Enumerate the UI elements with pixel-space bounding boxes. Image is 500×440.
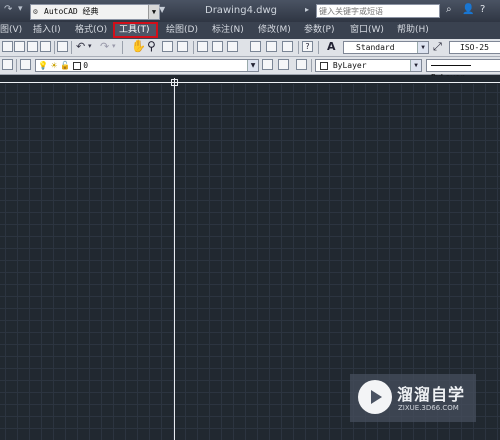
- chevron-down-icon: ▼: [417, 42, 428, 53]
- text-style-icon[interactable]: A: [327, 40, 336, 53]
- design-center-icon[interactable]: [212, 41, 223, 52]
- crosshair-horizontal: [0, 82, 500, 83]
- markup-icon[interactable]: [266, 41, 277, 52]
- customize-arrow-icon[interactable]: ▼: [159, 5, 165, 14]
- save-icon[interactable]: [40, 41, 51, 52]
- properties-icon[interactable]: [197, 41, 208, 52]
- make-current-layer-icon[interactable]: [262, 59, 273, 70]
- gear-icon: ⚙: [33, 7, 38, 16]
- workspace-label: AutoCAD 经典: [44, 7, 99, 16]
- separator: [71, 41, 72, 54]
- separator: [298, 41, 299, 54]
- layer-isolate-icon[interactable]: [296, 59, 307, 70]
- grip-icon: [2, 41, 13, 52]
- linetype-preview: [431, 65, 471, 66]
- color-swatch: [320, 61, 328, 70]
- help-icon[interactable]: ?: [480, 4, 485, 15]
- dimension-style-icon[interactable]: ⤢: [433, 40, 442, 54]
- separator: [122, 41, 123, 54]
- menu-format[interactable]: 格式(O): [75, 24, 107, 37]
- binoculars-icon[interactable]: ⌕: [446, 4, 452, 15]
- zoom-window-icon[interactable]: [162, 41, 173, 52]
- layer-manager-icon[interactable]: [20, 59, 31, 70]
- expand-arrow-icon[interactable]: ▸: [305, 5, 309, 14]
- workspace-dropdown[interactable]: ⚙ AutoCAD 经典 ▼: [30, 4, 160, 20]
- menu-modify[interactable]: 修改(M): [258, 24, 291, 37]
- play-logo-icon: [358, 380, 392, 414]
- standard-toolbar: ↶ ▾ ↷ ▾ ✋ ⚲ ? A Standard ▼ ⤢ ISO-25: [0, 39, 500, 57]
- search-input[interactable]: 键入关键字或短语: [316, 4, 440, 18]
- title-bar: ↷ ▾ ⚙ AutoCAD 经典 ▼ ▼ Drawing4.dwg ▸ 键入关键…: [0, 0, 500, 22]
- cut-icon[interactable]: [57, 41, 68, 52]
- menu-help[interactable]: 帮助(H): [397, 24, 429, 37]
- separator: [193, 41, 194, 54]
- lock-icon: 🔓: [60, 61, 71, 70]
- dimension-style-value: ISO-25: [460, 43, 489, 52]
- chevron-down-icon: ▼: [247, 60, 258, 71]
- dropdown-arrow-icon[interactable]: ▾: [18, 4, 23, 14]
- redo-icon[interactable]: ↷: [4, 4, 12, 15]
- layer-dropdown[interactable]: 💡 ☀ 🔓 0 ▼: [35, 59, 259, 72]
- tool-palettes-icon[interactable]: [227, 41, 238, 52]
- menu-dimension[interactable]: 标注(N): [212, 24, 244, 37]
- crosshair-vertical: [174, 78, 175, 440]
- text-style-dropdown[interactable]: Standard ▼: [343, 41, 429, 54]
- menu-tools[interactable]: 工具(T): [119, 24, 150, 37]
- redo-icon[interactable]: ↷: [100, 40, 109, 53]
- text-style-value: Standard: [356, 43, 395, 52]
- calculator-icon[interactable]: [282, 41, 293, 52]
- undo-dropdown-icon[interactable]: ▾: [88, 42, 92, 50]
- watermark-title: 溜溜自学: [397, 385, 466, 404]
- redo-dropdown-icon[interactable]: ▾: [112, 42, 116, 50]
- open-folder-icon[interactable]: [27, 41, 38, 52]
- separator: [54, 41, 55, 54]
- lightbulb-icon: 💡: [38, 61, 48, 70]
- chevron-down-icon: ▼: [410, 60, 421, 71]
- undo-icon[interactable]: ↶: [76, 40, 85, 53]
- menu-parameter[interactable]: 参数(P): [304, 24, 334, 37]
- dimension-style-dropdown[interactable]: ISO-25: [449, 41, 500, 54]
- menu-view[interactable]: 图(V): [0, 24, 22, 37]
- sheet-set-icon[interactable]: [250, 41, 261, 52]
- layer-states-icon[interactable]: [2, 59, 13, 70]
- menu-insert[interactable]: 插入(I): [33, 24, 61, 37]
- linetype-dropdown[interactable]: ByLayer: [426, 59, 500, 82]
- user-icon[interactable]: 👤: [462, 4, 474, 15]
- crosshair-pickbox: [171, 79, 178, 86]
- pan-hand-icon[interactable]: ✋: [131, 39, 146, 53]
- color-dropdown[interactable]: ByLayer ▼: [315, 59, 422, 72]
- layer-name: 0: [83, 61, 89, 70]
- layers-toolbar: 💡 ☀ 🔓 0 ▼ ByLayer ▼ ByLayer: [0, 57, 500, 82]
- menu-window[interactable]: 窗口(W): [350, 24, 384, 37]
- separator: [311, 59, 312, 72]
- layer-color-swatch: [72, 61, 81, 70]
- color-value: ByLayer: [332, 61, 367, 70]
- watermark: 溜溜自学 ZIXUE.3D66.COM: [350, 374, 476, 422]
- help-icon[interactable]: ?: [302, 41, 313, 52]
- separator: [318, 41, 319, 54]
- zoom-realtime-icon[interactable]: ⚲: [147, 39, 156, 53]
- watermark-url: ZIXUE.3D66.COM: [398, 404, 459, 412]
- sun-icon: ☀: [50, 61, 58, 70]
- new-file-icon[interactable]: [14, 41, 25, 52]
- document-title: Drawing4.dwg: [205, 5, 277, 16]
- chevron-down-icon: ▼: [148, 5, 159, 19]
- layer-previous-icon[interactable]: [278, 59, 289, 70]
- menu-draw[interactable]: 绘图(D): [166, 24, 198, 37]
- separator: [16, 59, 17, 72]
- zoom-previous-icon[interactable]: [177, 41, 188, 52]
